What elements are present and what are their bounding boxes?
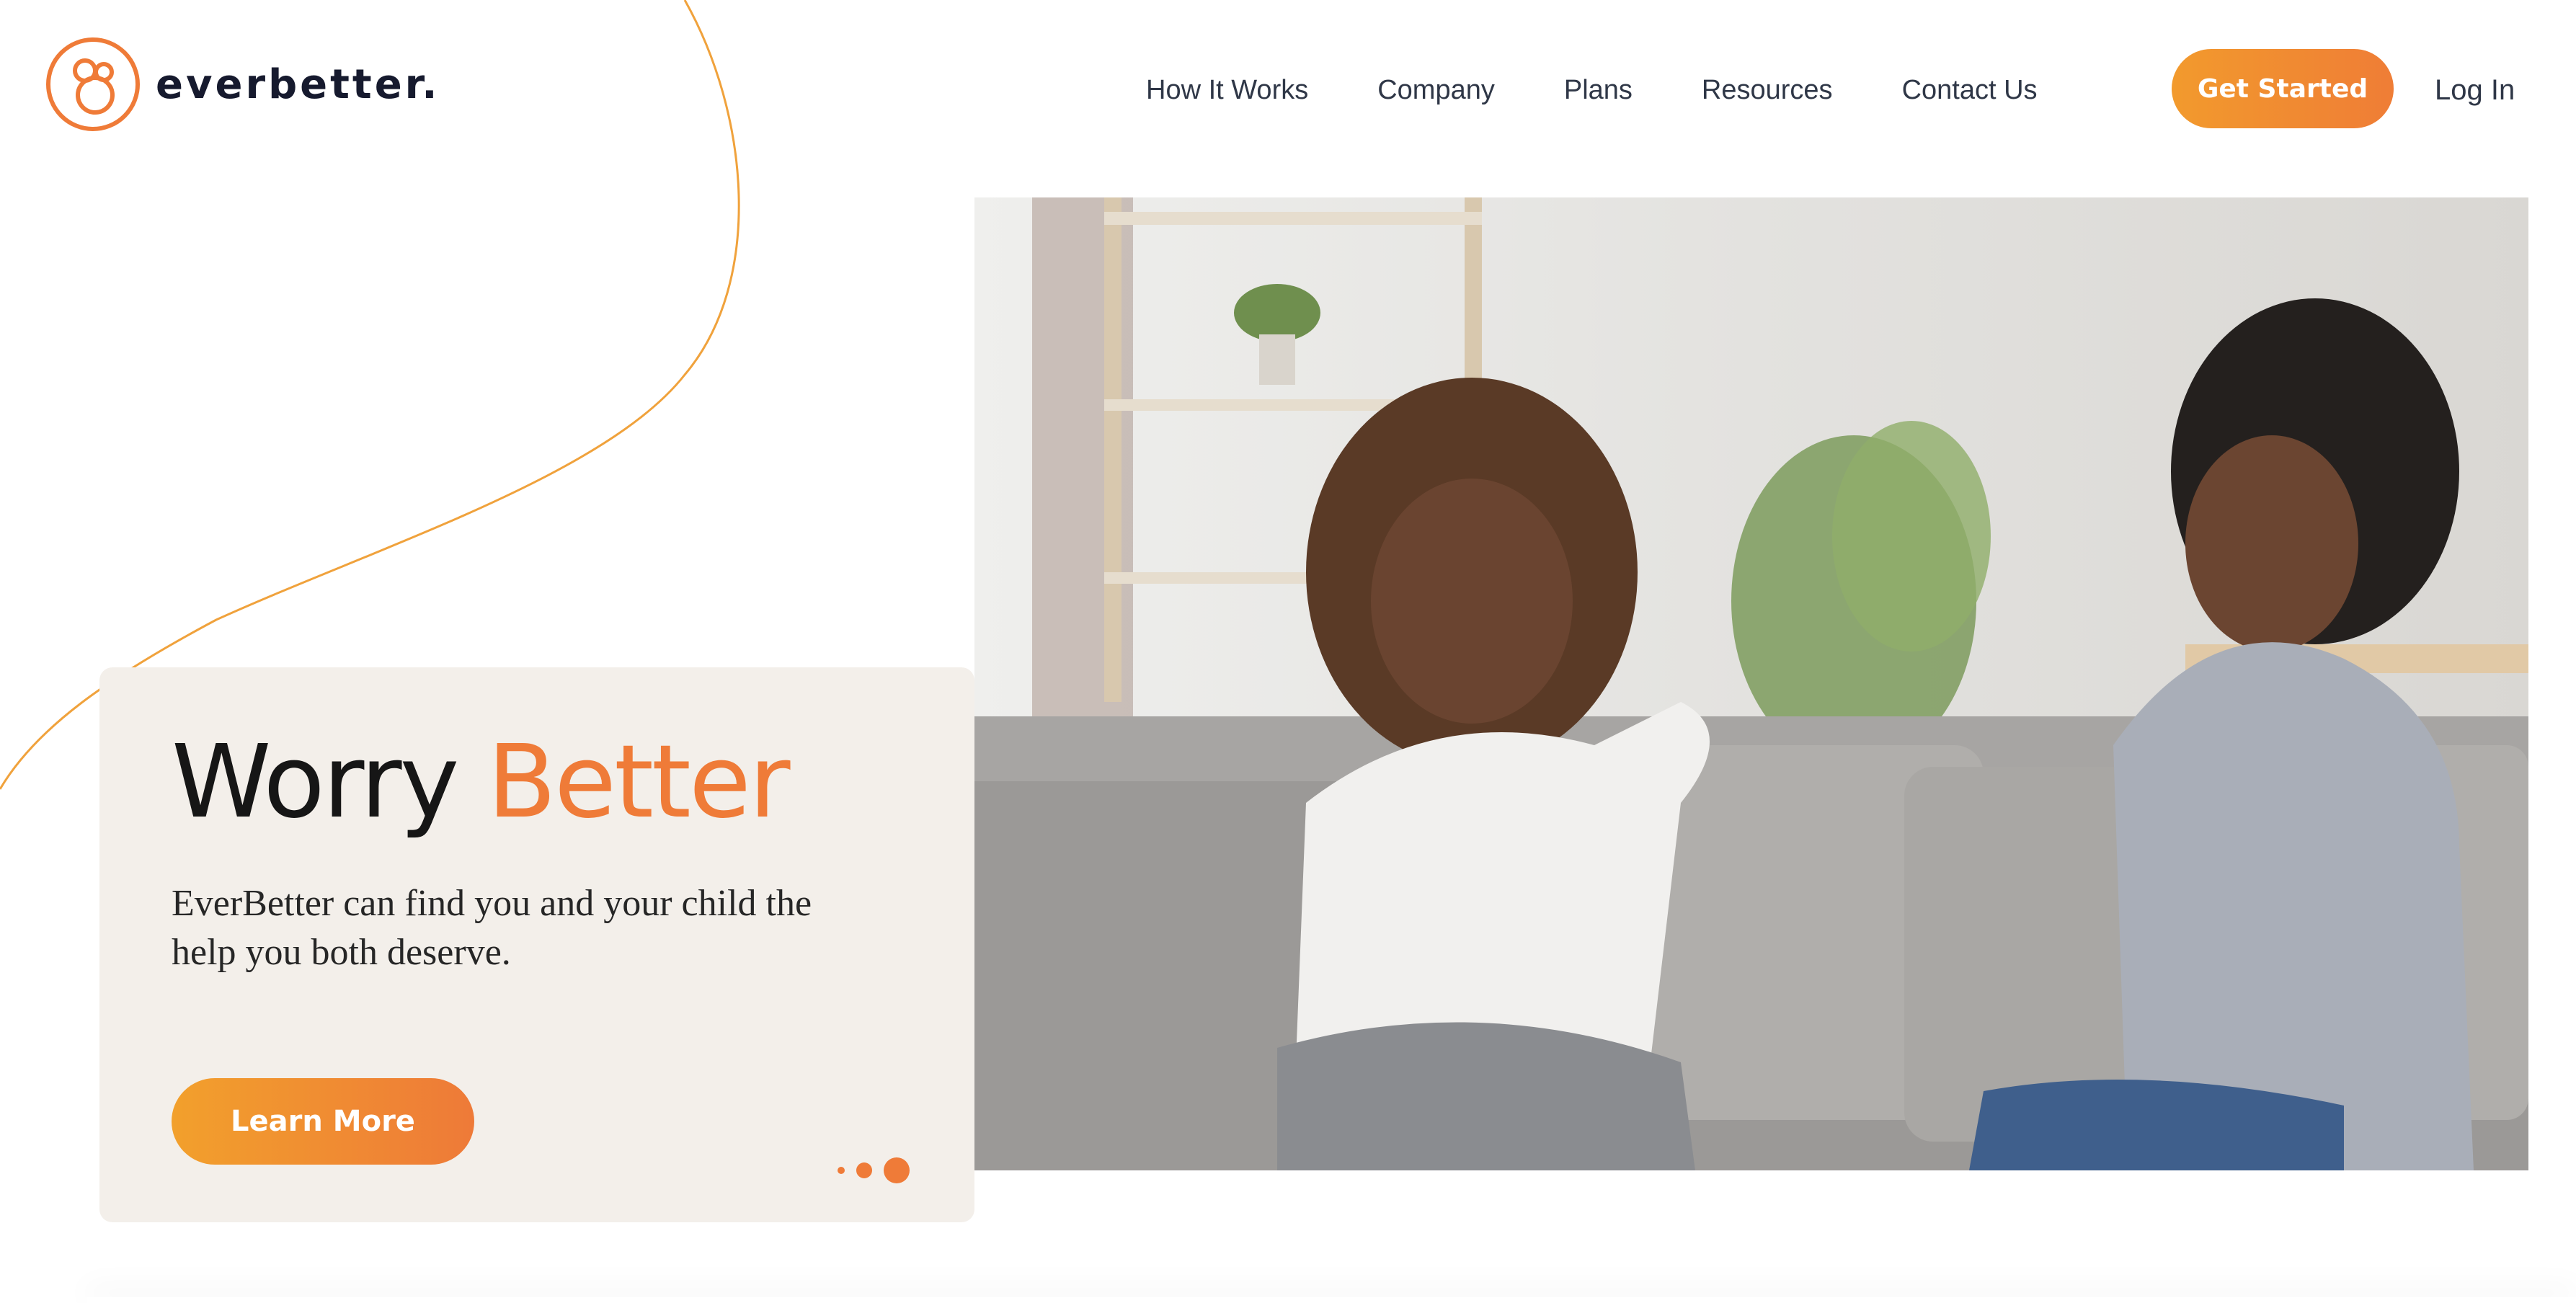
hero-card: Worry Better EverBetter can find you and… [99, 667, 974, 1222]
nav-item-company[interactable]: Company [1377, 75, 1495, 106]
login-link[interactable]: Log In [2435, 66, 2515, 114]
nav-item-plans[interactable]: Plans [1564, 75, 1633, 106]
hero-title-word-2: Better [487, 724, 791, 841]
carousel-dot-3-active[interactable] [884, 1157, 910, 1183]
hero-title: Worry Better [172, 722, 791, 843]
carousel-dot-2[interactable] [856, 1162, 872, 1178]
hero-photo-two-people-talking-on-couch [974, 197, 2528, 1170]
nav-item-resources[interactable]: Resources [1702, 75, 1833, 106]
logo-wordmark: everbetter. [156, 61, 440, 108]
carousel-dot-1[interactable] [838, 1167, 845, 1174]
get-started-button[interactable]: Get Started [2172, 49, 2394, 128]
hero-photo [974, 197, 2528, 1170]
hero-subtitle: EverBetter can find you and your child t… [172, 883, 812, 973]
next-section-edge [86, 1297, 2576, 1303]
main-nav: How It Works Company Plans Resources Con… [1146, 66, 2038, 114]
learn-more-button[interactable]: Learn More [172, 1078, 474, 1165]
carousel-dots [838, 1157, 910, 1183]
nav-item-contact-us[interactable]: Contact Us [1902, 75, 2038, 106]
nav-item-how-it-works[interactable]: How It Works [1146, 75, 1308, 106]
logo[interactable]: everbetter. [45, 36, 440, 133]
hero-title-word-1: Worry [172, 724, 459, 841]
everbetter-logo-icon [46, 37, 140, 131]
